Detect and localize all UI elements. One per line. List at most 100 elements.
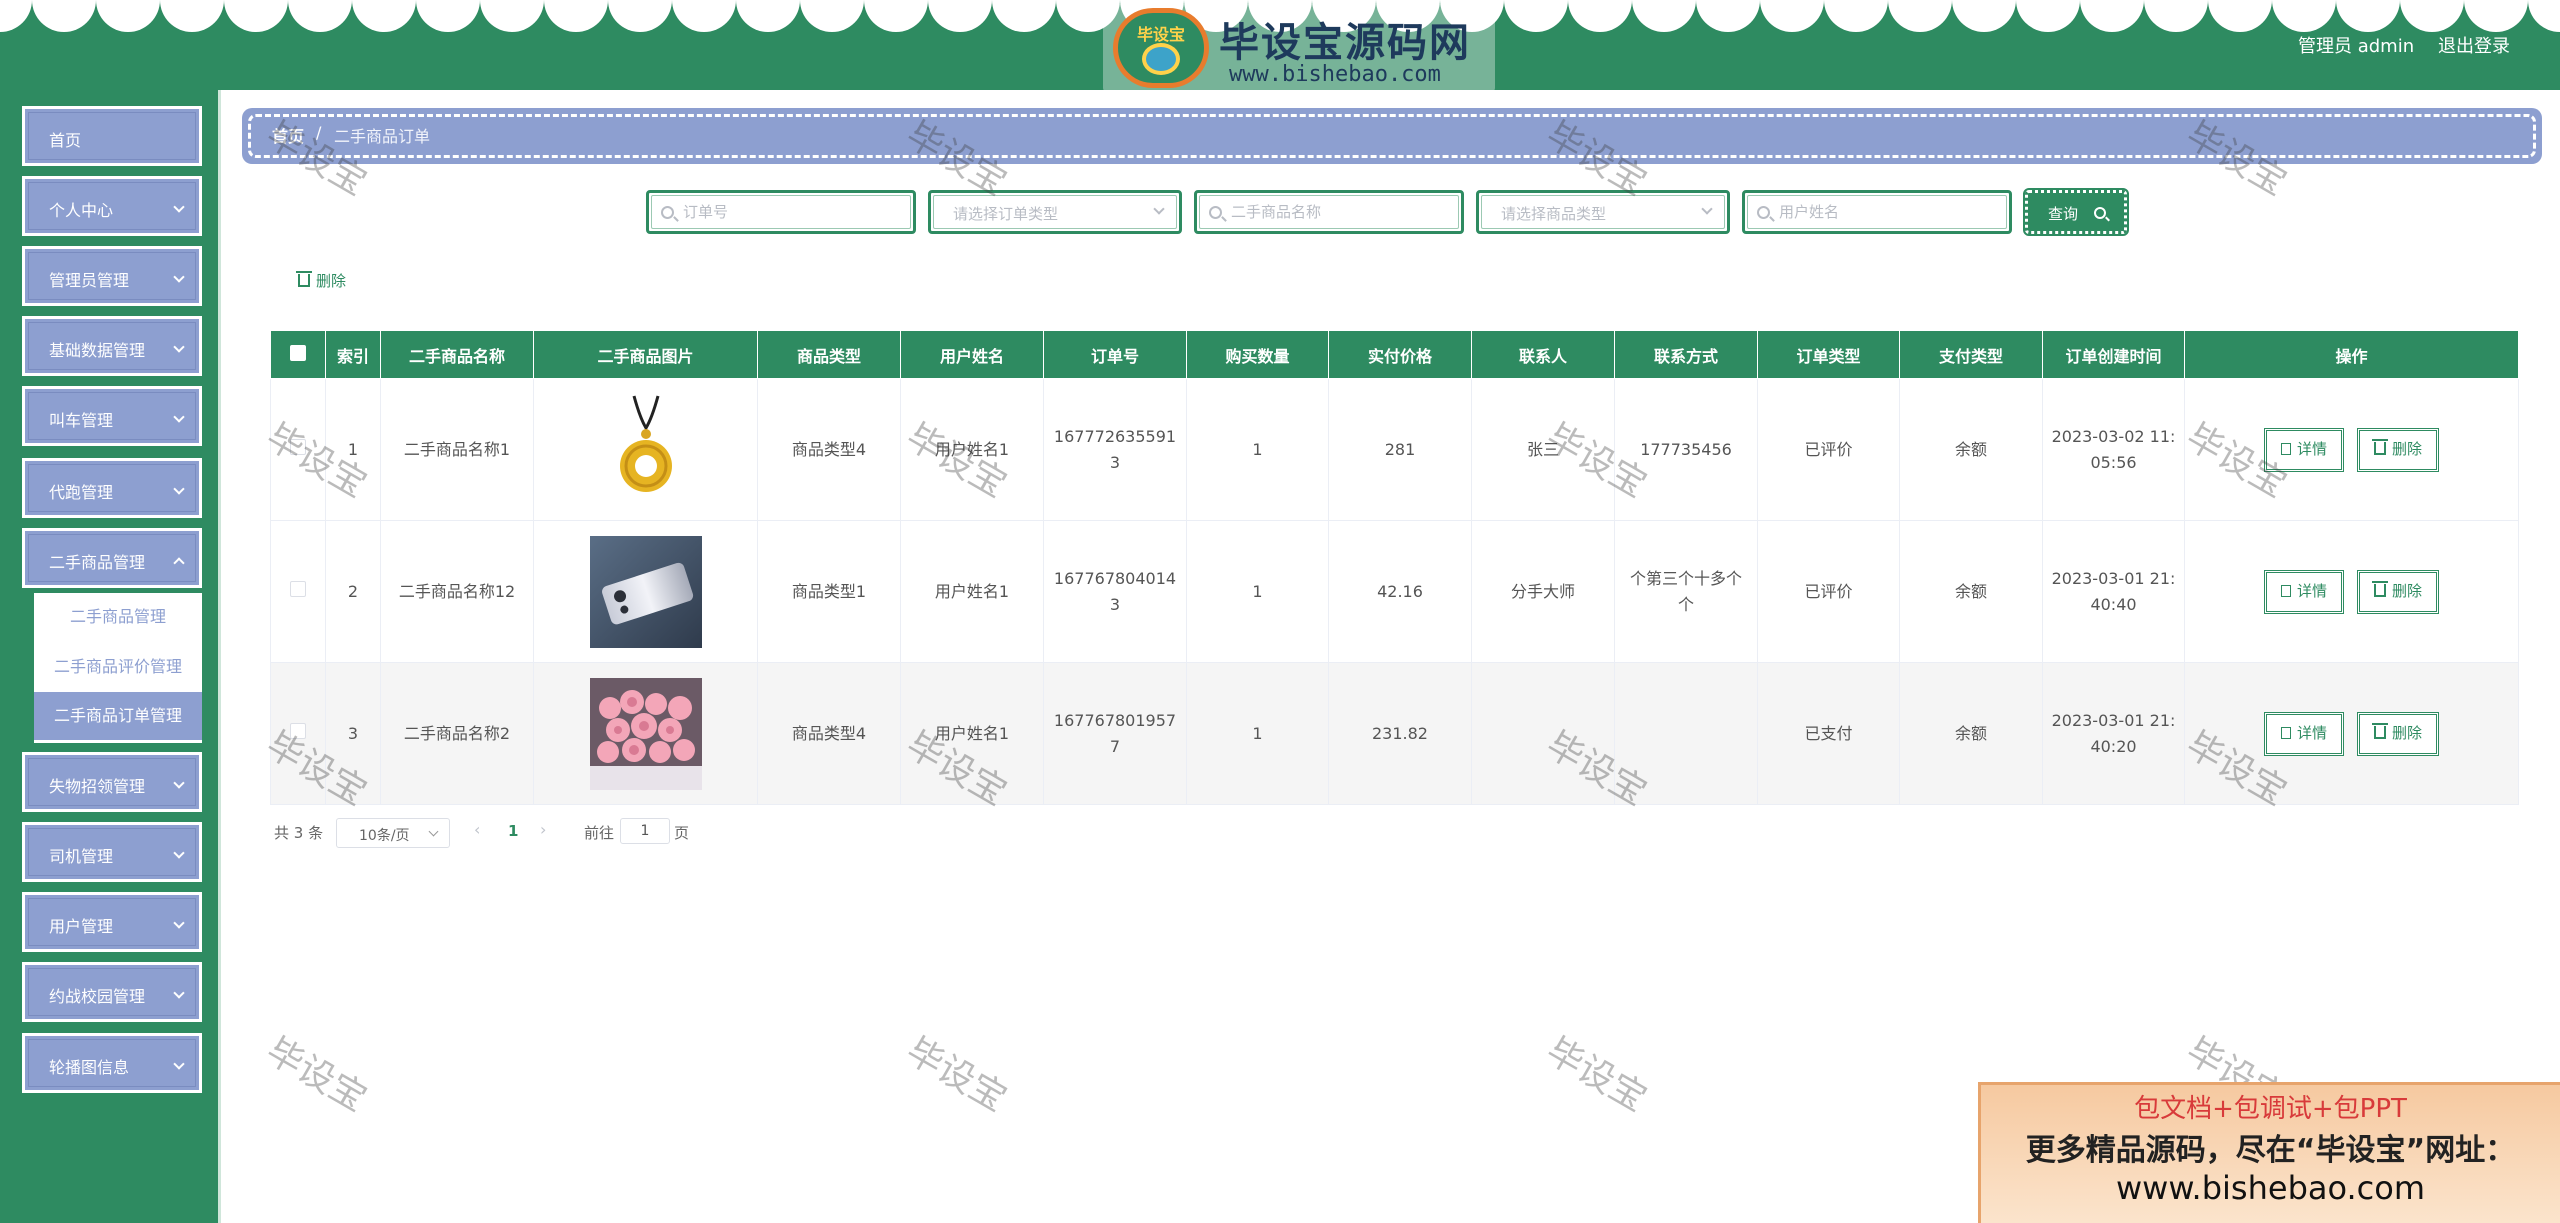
row-checkbox[interactable] xyxy=(290,438,306,455)
sidebar-item-base-data[interactable]: 基础数据管理 xyxy=(22,316,202,376)
goods-image-cell xyxy=(533,378,758,521)
sidebar-item-label: 代跑管理 xyxy=(49,483,114,502)
goods-type-placeholder: 请选择商品类型 xyxy=(1501,205,1607,223)
select-all-cell xyxy=(270,330,326,379)
top-header: 毕设宝 毕设宝源码网 www.bishebao.com 管理员 admin 退出… xyxy=(0,0,2560,92)
actions-cell: 详情 删除 xyxy=(2184,520,2519,663)
table-row: 2 二手商品名称12 商品类型1 用户姓名1 1677678040143 1 4… xyxy=(270,520,2519,663)
sidebar-item-ride-hailing[interactable]: 叫车管理 xyxy=(22,386,202,446)
logout-link[interactable]: 退出登录 xyxy=(2438,32,2510,58)
row-checkbox[interactable] xyxy=(290,580,306,597)
flower-bouquet-image[interactable] xyxy=(589,677,702,790)
sidebar-item-driver[interactable]: 司机管理 xyxy=(22,822,202,882)
delete-button-label: 删除 xyxy=(2392,439,2423,458)
submenu-item-goods-review[interactable]: 二手商品评价管理 xyxy=(34,643,202,691)
user-name-cell: 用户姓名1 xyxy=(900,378,1044,521)
submenu-item-goods-order[interactable]: 二手商品订单管理 xyxy=(34,692,202,740)
goods-name-cell: 二手商品名称1 xyxy=(380,378,534,521)
table-row: 3 二手商品名称2 商品类型4 用户姓名1 1677678019577 1 23… xyxy=(270,662,2519,805)
index-cell: 2 xyxy=(325,520,381,663)
order-type-placeholder: 请选择订单类型 xyxy=(953,205,1059,223)
column-header: 联系人 xyxy=(1471,330,1615,379)
chevron-down-icon xyxy=(428,826,439,837)
pagination-total: 共 3 条 xyxy=(274,824,324,842)
watermark: 毕设宝 xyxy=(1539,1030,1654,1120)
goods-name-cell: 二手商品名称12 xyxy=(380,520,534,663)
query-button[interactable]: 查询 xyxy=(2023,188,2129,236)
second-hand-submenu: 二手商品管理 二手商品评价管理 二手商品订单管理 xyxy=(34,593,202,743)
sidebar-item-label: 失物招领管理 xyxy=(49,777,146,796)
sidebar-item-errand[interactable]: 代跑管理 xyxy=(22,458,202,518)
sidebar-item-lost-found[interactable]: 失物招领管理 xyxy=(22,752,202,812)
created-time-cell: 2023-03-01 21:40:40 xyxy=(2042,520,2185,663)
select-all-checkbox[interactable] xyxy=(290,344,306,361)
goods-type-cell: 商品类型4 xyxy=(757,378,901,521)
row-checkbox[interactable] xyxy=(290,722,306,739)
delete-button[interactable]: 删除 xyxy=(2357,427,2440,472)
row-select-cell xyxy=(270,378,326,521)
goto-label: 前往 xyxy=(584,824,615,842)
bulk-delete-label: 删除 xyxy=(316,272,347,290)
column-header: 联系方式 xyxy=(1614,330,1758,379)
sidebar-item-label: 管理员管理 xyxy=(49,271,130,290)
bulk-delete-button[interactable]: 删除 xyxy=(296,270,347,291)
sidebar-item-label: 约战校园管理 xyxy=(49,987,146,1006)
trash-icon xyxy=(2372,438,2389,455)
sidebar-item-personal-center[interactable]: 个人中心 xyxy=(22,176,202,236)
sidebar-item-campus-battle[interactable]: 约战校园管理 xyxy=(22,962,202,1022)
order-no-cell: 1677726355913 xyxy=(1043,378,1187,521)
actions-cell: 详情 删除 xyxy=(2184,662,2519,805)
detail-button-label: 详情 xyxy=(2296,723,2327,742)
goto-page-input[interactable] xyxy=(620,818,670,844)
page-size-select[interactable]: 10条/页 xyxy=(336,818,450,848)
sidebar-item-carousel[interactable]: 轮播图信息 xyxy=(22,1033,202,1093)
delete-button[interactable]: 删除 xyxy=(2357,711,2440,756)
column-header: 实付价格 xyxy=(1328,330,1472,379)
promo-line-2: 更多精品源码，尽在“毕设宝”网址： xyxy=(2025,1133,2516,1168)
goto-unit-label: 页 xyxy=(674,824,690,842)
sidebar-item-home[interactable]: 首页 xyxy=(22,106,202,166)
pay-type-cell: 余额 xyxy=(1899,520,2043,663)
column-header: 订单号 xyxy=(1043,330,1187,379)
trash-icon xyxy=(2372,722,2389,739)
logo-title: 毕设宝源码网 xyxy=(1219,20,1471,66)
next-page-button[interactable]: › xyxy=(540,820,546,839)
breadcrumb-current: 二手商品订单 xyxy=(334,127,431,146)
sidebar-item-label: 轮播图信息 xyxy=(49,1058,130,1077)
orders-table: 索引 二手商品名称 二手商品图片 商品类型 用户姓名 订单号 购买数量 实付价格… xyxy=(270,330,2519,805)
prev-page-button[interactable]: ‹ xyxy=(474,820,480,839)
delete-button[interactable]: 删除 xyxy=(2357,569,2440,614)
user-name-input[interactable] xyxy=(1779,201,1999,223)
column-header: 订单类型 xyxy=(1757,330,1900,379)
phone-image[interactable] xyxy=(589,535,702,648)
contact-cell: 张三 xyxy=(1471,378,1615,521)
created-time-cell: 2023-03-02 11:05:56 xyxy=(2042,378,2185,521)
document-icon xyxy=(2280,584,2291,597)
index-cell: 3 xyxy=(325,662,381,805)
order-type-select[interactable]: 请选择订单类型 xyxy=(928,190,1182,234)
sidebar-item-second-hand[interactable]: 二手商品管理 xyxy=(22,528,202,588)
submenu-item-goods[interactable]: 二手商品管理 xyxy=(34,593,202,641)
detail-button[interactable]: 详情 xyxy=(2263,569,2344,614)
row-select-cell xyxy=(270,662,326,805)
sidebar-item-label: 叫车管理 xyxy=(49,411,114,430)
site-logo[interactable]: 毕设宝 毕设宝源码网 www.bishebao.com xyxy=(1103,4,1495,92)
watermark: 毕设宝 xyxy=(259,1030,374,1120)
goods-name-input[interactable] xyxy=(1231,201,1451,223)
page-number-current[interactable]: 1 xyxy=(508,822,518,840)
detail-button[interactable]: 详情 xyxy=(2263,427,2344,472)
column-header: 商品类型 xyxy=(757,330,901,379)
promo-banner[interactable]: 包文档+包调试+包PPT 更多精品源码，尽在“毕设宝”网址： www.bishe… xyxy=(1978,1082,2560,1223)
logo-badge-icon: 毕设宝 xyxy=(1113,8,1209,88)
breadcrumb-home[interactable]: 首页 xyxy=(272,123,304,147)
goods-type-select[interactable]: 请选择商品类型 xyxy=(1476,190,1730,234)
order-type-cell: 已支付 xyxy=(1757,662,1900,805)
query-button-label: 查询 xyxy=(2048,205,2079,223)
price-cell: 42.16 xyxy=(1328,520,1472,663)
gold-pendant-image[interactable] xyxy=(589,393,702,506)
search-icon xyxy=(2094,207,2106,219)
sidebar-item-admin-management[interactable]: 管理员管理 xyxy=(22,246,202,306)
order-no-input[interactable] xyxy=(683,201,903,223)
detail-button[interactable]: 详情 xyxy=(2263,711,2344,756)
sidebar-item-user[interactable]: 用户管理 xyxy=(22,892,202,952)
